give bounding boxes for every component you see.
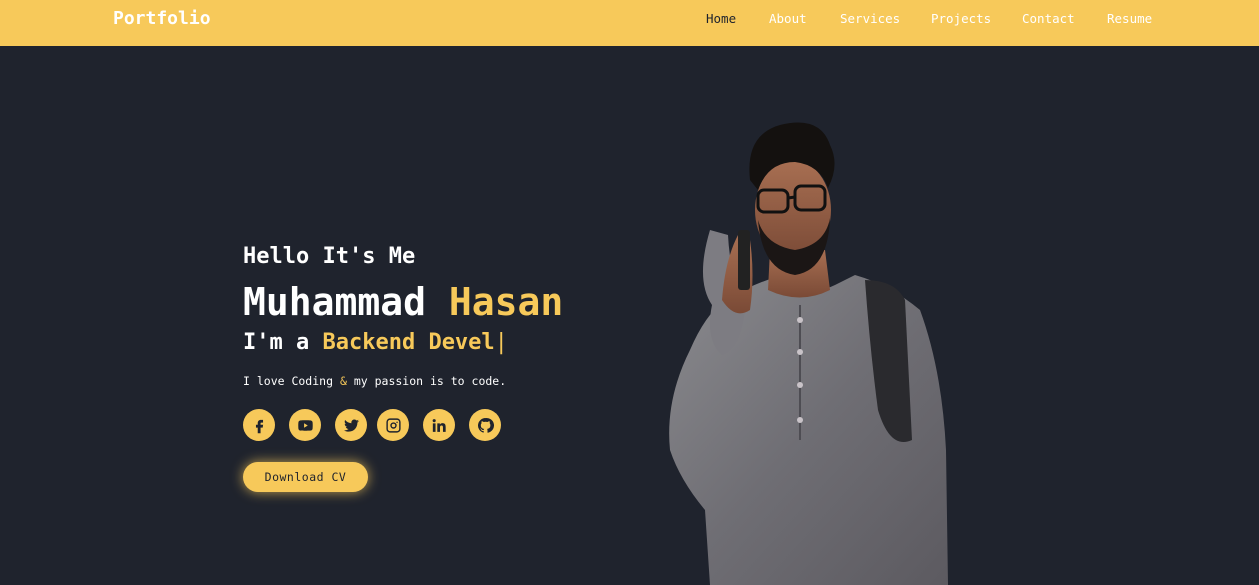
nav-link-resume[interactable]: Resume [1107,11,1152,26]
github-icon [477,417,494,433]
profile-portrait [669,122,948,585]
facebook-link[interactable] [243,409,275,441]
linkedin-icon [432,418,446,432]
youtube-link[interactable] [289,409,321,441]
hero-name: Muhammad Hasan [243,280,563,324]
navbar: Portfolio Home About Services Projects C… [0,0,1259,46]
twitter-icon [343,418,359,432]
nav-links: Home About Services Projects Contact Res… [0,11,1259,31]
linkedin-link[interactable] [423,409,455,441]
facebook-icon [255,419,263,433]
nav-link-contact[interactable]: Contact [1022,11,1075,26]
hero-last-name: Hasan [448,280,564,324]
role-prefix: I'm a [243,330,310,355]
role-typed-text: Backend Devel [322,330,495,355]
youtube-icon [297,419,313,431]
tagline-part1: I love Coding [243,374,334,388]
instagram-icon [385,417,401,433]
social-links [243,409,543,441]
nav-link-services[interactable]: Services [840,11,900,26]
typing-cursor: | [494,330,508,355]
tagline-part2: my passion is to code. [353,374,507,388]
hero-role: I'm a Backend Devel| [243,330,508,355]
nav-link-projects[interactable]: Projects [931,11,991,26]
nav-link-home[interactable]: Home [706,11,736,26]
tagline-ampersand: & [339,374,347,388]
hero-tagline: I love Coding & my passion is to code. [243,374,506,388]
github-link[interactable] [469,409,501,441]
instagram-link[interactable] [377,409,409,441]
download-cv-button[interactable]: Download CV [243,462,368,492]
twitter-link[interactable] [335,409,367,441]
hero-first-name: Muhammad [243,280,427,324]
nav-link-about[interactable]: About [769,11,807,26]
hero-greeting: Hello It's Me [243,244,416,269]
